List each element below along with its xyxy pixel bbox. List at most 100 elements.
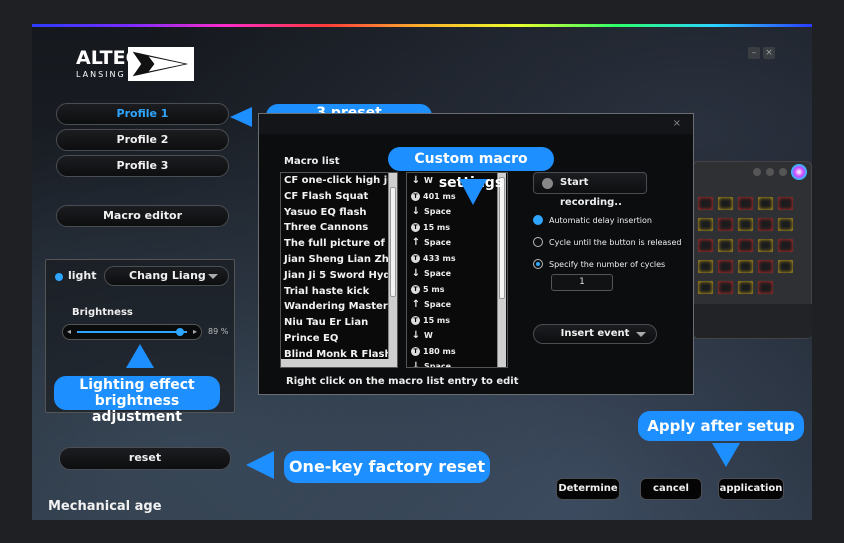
macro-editor-button[interactable]: Macro editor — [56, 205, 229, 227]
macro-list-scrollbar[interactable] — [388, 173, 397, 359]
brand-label: Mechanical age — [48, 499, 162, 514]
application-button[interactable]: application — [718, 478, 784, 500]
logo-subtext: LANSING — [76, 70, 126, 79]
event-text: Space — [424, 269, 452, 278]
clock-icon: T — [411, 191, 420, 201]
keyboard-preview-image — [692, 161, 812, 339]
minimize-button[interactable]: – — [748, 47, 760, 59]
key — [737, 238, 754, 253]
chevron-down-icon — [208, 274, 218, 279]
key — [697, 217, 714, 232]
key — [777, 196, 794, 211]
dialog-titlebar — [259, 114, 693, 134]
macro-list-item[interactable]: Wandering Master — [281, 299, 397, 315]
arrow-up-icon: ↑ — [411, 299, 421, 310]
volume-knob-icon — [791, 164, 807, 180]
arrow-down-icon: ↓ — [411, 175, 421, 186]
macro-list-item[interactable]: Trial haste kick — [281, 284, 397, 300]
macro-list[interactable]: CF one-click high jumpCF Flash SquatYasu… — [280, 172, 398, 368]
determine-button[interactable]: Determine — [556, 478, 620, 500]
screenshot-frame: ALTEC LANSING – × Profile 1 Profile 2 Pr… — [0, 0, 844, 543]
custom-macro-callout-arrow — [459, 179, 487, 205]
brightness-slider[interactable]: ◂ ▸ — [62, 324, 202, 340]
key — [697, 280, 714, 295]
macro-list-item[interactable]: Three Cannons — [281, 220, 397, 236]
key — [717, 217, 734, 232]
slider-right-arrow-icon[interactable]: ▸ — [193, 327, 197, 336]
macro-event-list[interactable]: ↓ W T 401 ms ↓ Space T 15 ms ↑ Space T 433 ms ↓ Space… — [406, 172, 508, 368]
logo-mark-icon — [128, 47, 194, 81]
event-row[interactable]: T 15 ms — [407, 220, 507, 236]
auto-delay-radio[interactable] — [533, 215, 543, 225]
clock-icon: T — [411, 222, 420, 232]
record-icon — [542, 178, 553, 189]
key — [777, 217, 794, 232]
lighting-callout: Lighting effect brightness adjustment — [54, 376, 220, 425]
macro-list-hscrollbar[interactable] — [281, 359, 397, 367]
key — [697, 259, 714, 274]
key — [717, 259, 734, 274]
altec-lansing-logo: ALTEC LANSING — [76, 47, 194, 81]
start-recording-button[interactable]: Start recording.. — [533, 172, 647, 208]
event-row[interactable]: ↑ Space — [407, 235, 507, 251]
brightness-slider-thumb[interactable] — [176, 328, 184, 336]
event-row[interactable]: ↓ Space — [407, 359, 507, 368]
macro-list-item[interactable]: Yasuo EQ flash — [281, 205, 397, 221]
event-list-scrollbar[interactable] — [497, 173, 506, 367]
media-key-icon — [766, 168, 774, 176]
event-text: 5 ms — [423, 284, 445, 294]
macro-list-item[interactable]: Jian Sheng Lian Zha — [281, 252, 397, 268]
key — [697, 196, 714, 211]
auto-delay-label: Automatic delay insertion — [549, 216, 652, 225]
event-row[interactable]: ↓ Space — [407, 266, 507, 282]
cycles-input[interactable]: 1 — [551, 274, 613, 291]
event-list-scroll-thumb[interactable] — [499, 177, 505, 299]
lighting-mode-dropdown[interactable]: Chang Liang — [104, 266, 229, 286]
macro-list-scroll-thumb[interactable] — [390, 187, 396, 297]
window-close-button[interactable]: × — [763, 47, 775, 59]
cycle-until-release-radio[interactable] — [533, 237, 543, 247]
macro-list-item[interactable]: CF Flash Squat — [281, 189, 397, 205]
key — [757, 217, 774, 232]
cancel-button[interactable]: cancel — [640, 478, 702, 500]
macro-list-item[interactable]: The full picture of o — [281, 236, 397, 252]
profile-1-button[interactable]: Profile 1 — [56, 103, 229, 125]
chevron-down-icon — [636, 332, 646, 337]
reset-button[interactable]: reset — [59, 447, 231, 470]
event-text: Space — [424, 362, 452, 368]
macro-list-item[interactable]: Prince EQ — [281, 331, 397, 347]
macro-list-item[interactable]: Niu Tau Er Lian — [281, 315, 397, 331]
specify-cycles-label: Specify the number of cycles — [549, 260, 666, 269]
key — [697, 238, 714, 253]
event-row[interactable]: ↓ W — [407, 328, 507, 344]
event-row[interactable]: ↑ Space — [407, 297, 507, 313]
macro-list-item[interactable]: CF one-click high jump — [281, 173, 397, 189]
event-text: Space — [424, 238, 452, 247]
arrow-down-icon: ↓ — [411, 361, 421, 368]
key — [737, 280, 754, 295]
key — [777, 238, 794, 253]
slider-left-arrow-icon[interactable]: ◂ — [67, 327, 71, 336]
profile-3-button[interactable]: Profile 3 — [56, 155, 229, 177]
event-row[interactable]: T5 ms — [407, 282, 507, 298]
key — [777, 259, 794, 274]
event-text: Space — [424, 207, 452, 216]
event-row[interactable]: T 433 ms — [407, 251, 507, 267]
arrow-up-icon: ↑ — [411, 237, 421, 248]
dialog-close-button[interactable]: × — [673, 118, 681, 129]
key — [737, 196, 754, 211]
apply-callout-arrow — [712, 443, 740, 467]
event-text: 15 ms — [423, 315, 451, 325]
key — [717, 238, 734, 253]
insert-event-dropdown[interactable]: Insert event — [533, 324, 657, 344]
arrow-down-icon: ↓ — [411, 206, 421, 217]
clock-icon: T — [411, 284, 420, 294]
specify-cycles-radio[interactable] — [533, 259, 543, 269]
macro-list-item[interactable]: Jian Ji 5 Sword Hyd — [281, 268, 397, 284]
event-row[interactable]: T 180 ms — [407, 344, 507, 360]
event-row[interactable]: T 15 ms — [407, 313, 507, 329]
profile-2-button[interactable]: Profile 2 — [56, 129, 229, 151]
media-key-icon — [753, 168, 761, 176]
key — [717, 280, 734, 295]
event-row[interactable]: ↓ Space — [407, 204, 507, 220]
